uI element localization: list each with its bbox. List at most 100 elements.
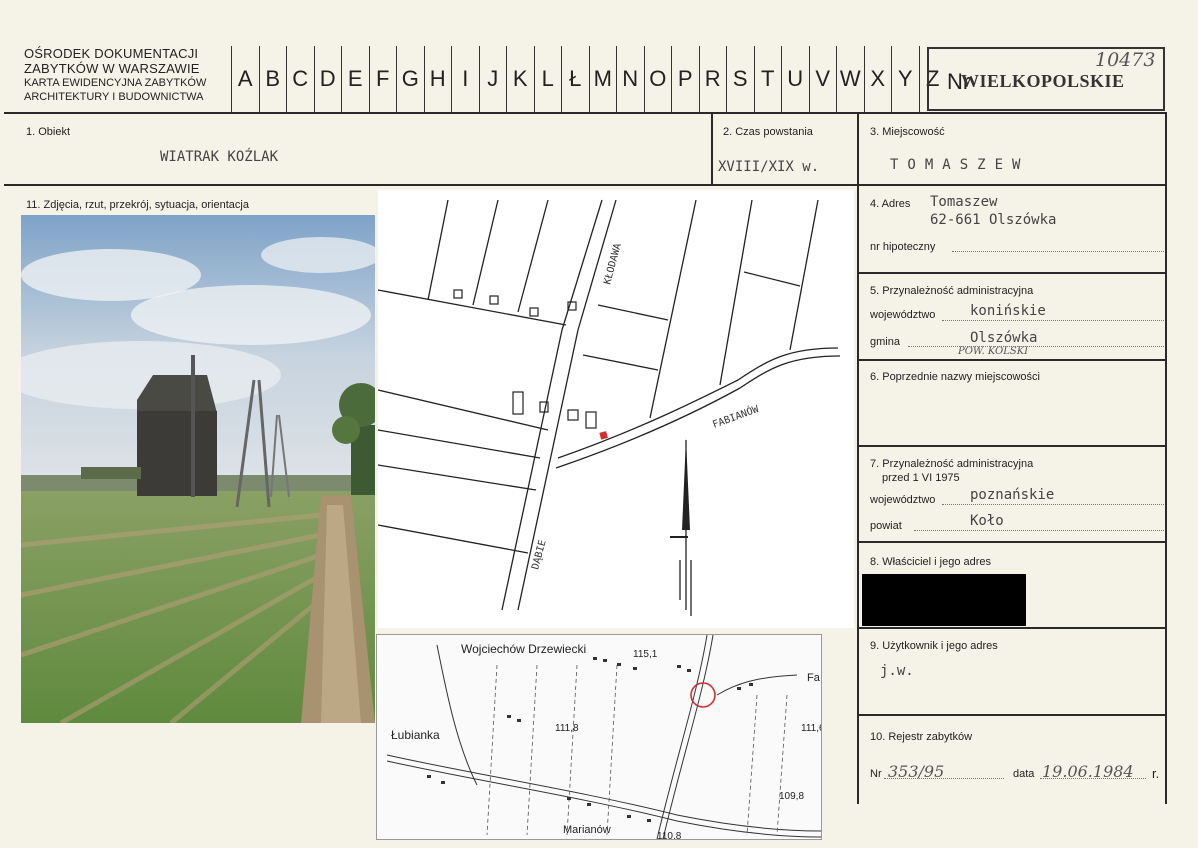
czas-label: 2. Czas powstania <box>723 126 813 138</box>
rule-4-5 <box>857 272 1167 274</box>
road-label-fabianow: FABIANÓW <box>711 402 762 431</box>
powiat-label: powiat <box>870 520 902 532</box>
adres-line-2: 62-661 Olszówka <box>930 212 1057 228</box>
rejestr-nr-label: Nr <box>870 768 882 780</box>
adres-label: 4. Adres <box>870 198 911 210</box>
rejestr-nr-dots <box>884 778 1004 779</box>
wojewodztwo-old-label: województwo <box>870 494 936 506</box>
map-label-marianow: Marianów <box>563 824 611 836</box>
index-letter: L <box>533 46 562 112</box>
right-edge-rule <box>1165 114 1167 186</box>
index-letter: D <box>313 46 342 112</box>
zdjecia-label: 11. Zdjęcia, rzut, przekrój, sytuacja, o… <box>26 199 249 211</box>
index-letter: H <box>423 46 452 112</box>
index-letter: W <box>836 46 864 112</box>
org-block: OŚRODEK DOKUMENTACJI ZABYTKÓW W WARSZAWI… <box>24 46 206 104</box>
rule-5-6 <box>857 359 1167 361</box>
admin-old-label-2: przed 1 VI 1975 <box>882 472 960 484</box>
map-label-wojciechow: Wojciechów Drzewiecki <box>461 642 586 656</box>
rule-6-7 <box>857 445 1167 447</box>
org-line-1: OŚRODEK DOKUMENTACJI <box>24 46 199 61</box>
powiat-handwritten: POW. KOLSKI <box>958 346 1029 357</box>
wlasciciel-label: 8. Właściciel i jego adres <box>870 556 992 568</box>
index-letter: E <box>341 46 369 112</box>
rule-7-8 <box>857 541 1167 543</box>
index-letter: M <box>588 46 617 112</box>
index-letter: S <box>726 46 754 112</box>
index-letter: I <box>451 46 479 112</box>
wojewodztwo-old-dots <box>942 504 1164 505</box>
wojewodztwo-old-value: poznańskie <box>970 487 1055 503</box>
hipoteczny-label: nr hipoteczny <box>870 241 936 253</box>
index-letter: F <box>368 46 397 112</box>
adres-line-1: Tomaszew <box>930 194 998 210</box>
wojewodztwo-value: konińskie <box>970 303 1046 319</box>
admin-old-label-1: 7. Przynależność administracyjna <box>870 458 1034 470</box>
uzytkownik-value: j.w. <box>880 663 914 679</box>
map-label-lubianka: Łubianka <box>391 728 440 742</box>
gmina-label: gmina <box>870 336 900 348</box>
map-label-111-8: 111,8 <box>555 723 579 734</box>
uzytkownik-label: 9. Użytkownik i jego adres <box>870 640 998 652</box>
index-letter: J <box>478 46 507 112</box>
record-card: OŚRODEK DOKUMENTACJI ZABYTKÓW W WARSZAWI… <box>0 0 1198 848</box>
wojewodztwo-label: województwo <box>870 309 936 321</box>
czas-value: XVIII/XIX w. <box>718 159 820 175</box>
card-number-handwritten: 10473 <box>1095 49 1156 71</box>
org-line-2: ZABYTKÓW W WARSZAWIE <box>24 61 200 76</box>
row1-bottom-rule <box>4 184 1167 186</box>
index-letter: K <box>506 46 534 112</box>
wojewodztwo-dots <box>942 320 1164 321</box>
index-letter: A <box>231 46 259 112</box>
province-stamp: WIELKOPOLSKIE <box>961 71 1125 91</box>
header-bottom-rule <box>4 112 1167 114</box>
redacted-owner-block <box>862 574 1026 626</box>
topographic-map: Wojciechów Drzewiecki 115,1 Fa 111,8 111… <box>376 634 822 840</box>
divider-1-2 <box>711 114 713 186</box>
index-letter: P <box>671 46 699 112</box>
gmina-value: Olszówka <box>970 330 1038 346</box>
gmina-dots <box>908 346 1164 347</box>
rejestr-data-label: data <box>1013 768 1035 780</box>
rule-9-10 <box>857 714 1167 716</box>
index-letter: Y <box>891 46 919 112</box>
province-box: Nr WIELKOPOLSKIE 10473 <box>927 47 1165 111</box>
site-sketch-map: KŁODAWA FABIANÓW DĄBIE <box>378 190 854 628</box>
map-label-110-8: 110,8 <box>657 831 682 839</box>
index-letter-strip: ABCDEFGHIJKLŁMNOPRSTUVWXYZ <box>231 46 946 112</box>
rejestr-label: 10. Rejestr zabytków <box>870 731 973 743</box>
org-line-4: ARCHITEKTURY I BUDOWNICTWA <box>24 91 204 103</box>
index-letter: B <box>258 46 287 112</box>
rule-8-9 <box>857 627 1167 629</box>
miejscowosc-value: TOMASZEW <box>890 157 1030 173</box>
index-letter: V <box>808 46 837 112</box>
rejestr-year-suffix: r. <box>1152 766 1160 781</box>
index-letter: R <box>698 46 727 112</box>
miejscowosc-label: 3. Miejscowość <box>870 126 945 138</box>
index-letter: T <box>753 46 782 112</box>
map-label-115-1: 115,1 <box>633 649 658 660</box>
right-column-edge <box>1165 186 1167 804</box>
powiat-value: Koło <box>970 513 1004 529</box>
map-label-fa: Fa <box>807 672 821 684</box>
index-letter: Ł <box>561 46 589 112</box>
obiekt-value: WIATRAK KOŹLAK <box>160 149 279 165</box>
org-line-3: KARTA EWIDENCYJNA ZABYTKÓW <box>24 77 207 89</box>
rejestr-data-dots <box>1040 778 1146 779</box>
poprzednie-label: 6. Poprzednie nazwy miejscowości <box>870 371 1040 383</box>
map-label-111-6: 111,6 <box>801 723 821 734</box>
windmill-photo <box>21 215 375 723</box>
index-letter: G <box>396 46 424 112</box>
powiat-dots <box>914 530 1164 531</box>
road-label-dabie: DĄBIE <box>530 539 548 571</box>
index-letter: O <box>643 46 672 112</box>
hipoteczny-dots <box>952 251 1164 252</box>
index-letter: X <box>863 46 892 112</box>
right-column-divider <box>857 114 859 804</box>
index-letter: C <box>286 46 314 112</box>
admin-label: 5. Przynależność administracyjna <box>870 285 1034 297</box>
road-label-klodawa: KŁODAWA <box>602 242 624 286</box>
index-letter: N <box>616 46 644 112</box>
obiekt-label: 1. Obiekt <box>26 126 71 138</box>
map-label-109-8: 109,8 <box>779 791 804 802</box>
